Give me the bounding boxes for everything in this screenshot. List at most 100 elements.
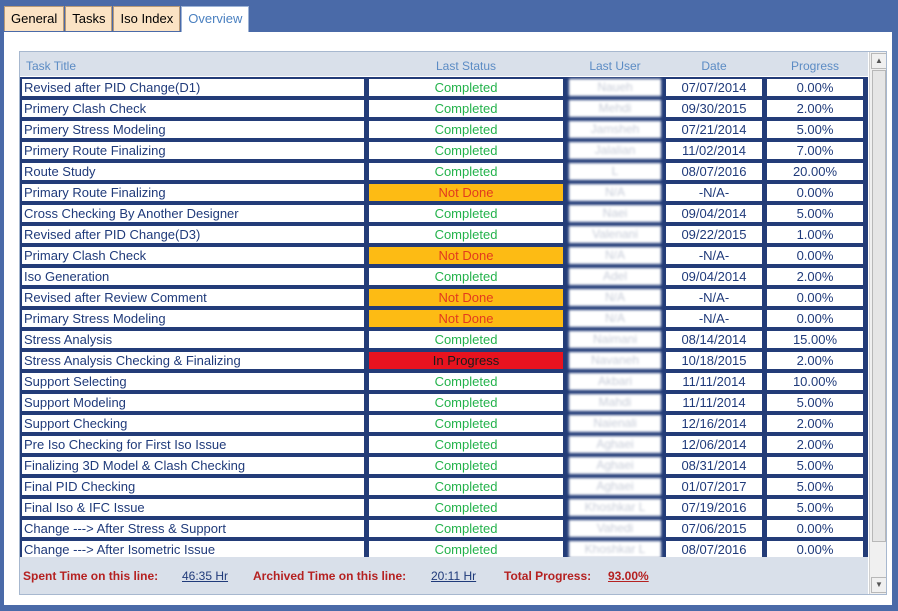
table-row[interactable]: Revised after Review Comment Not Done N/A -… [20, 287, 868, 308]
last-user-cell[interactable]: Mehdi [569, 100, 661, 117]
last-user-cell[interactable]: Khoshkar L [569, 499, 661, 516]
progress-cell[interactable]: 0.00% [767, 541, 863, 558]
last-user-cell[interactable]: Adel [569, 268, 661, 285]
task-title-cell[interactable]: Finalizing 3D Model & Clash Checking [22, 457, 364, 474]
progress-cell[interactable]: 0.00% [767, 184, 863, 201]
progress-cell[interactable]: 5.00% [767, 205, 863, 222]
last-user-cell[interactable]: N/A [569, 310, 661, 327]
last-user-cell[interactable]: Vahedi [569, 520, 661, 537]
date-cell[interactable]: -N/A- [666, 247, 762, 264]
task-title-cell[interactable]: Support Selecting [22, 373, 364, 390]
table-row[interactable]: Support Modeling Completed Mahdi 11/11/2014… [20, 392, 868, 413]
table-row[interactable]: Primery Route Finalizing Completed Jalalia… [20, 140, 868, 161]
column-header-date[interactable]: Date [666, 52, 762, 76]
task-title-cell[interactable]: Stress Analysis Checking & Finalizing [22, 352, 364, 369]
progress-cell[interactable]: 2.00% [767, 436, 863, 453]
task-title-cell[interactable]: Primary Route Finalizing [22, 184, 364, 201]
table-row[interactable]: Stress Analysis Completed Naimani 08/14/201… [20, 329, 868, 350]
table-row[interactable]: Pre Iso Checking for First Iso Issue Comp… [20, 434, 868, 455]
last-user-cell[interactable]: Aghaei [569, 436, 661, 453]
date-cell[interactable]: 07/07/2014 [666, 79, 762, 96]
status-cell[interactable]: Completed [369, 373, 563, 390]
progress-cell[interactable]: 2.00% [767, 268, 863, 285]
progress-cell[interactable]: 5.00% [767, 457, 863, 474]
table-row[interactable]: Final PID Checking Completed Aghaei 01/07/2… [20, 476, 868, 497]
table-row[interactable]: Primary Clash Check Not Done N/A -N/A- 0.00% [20, 245, 868, 266]
tab-tasks[interactable]: Tasks [65, 6, 113, 31]
last-user-cell[interactable]: Mahdi [569, 394, 661, 411]
last-user-cell[interactable]: N/A [569, 289, 661, 306]
last-user-cell[interactable]: Aghaei [569, 457, 661, 474]
table-row[interactable]: Primary Route Finalizing Not Done N/A -N/A-… [20, 182, 868, 203]
last-user-cell[interactable]: Valenani [569, 226, 661, 243]
spent-time-value[interactable]: 46:35 Hr [182, 569, 228, 583]
table-row[interactable]: Primary Stress Modeling Not Done N/A -N/A- 0… [20, 308, 868, 329]
column-header-last-status[interactable]: Last Status [369, 52, 563, 76]
table-row[interactable]: Stress Analysis Checking & Finalizing In … [20, 350, 868, 371]
vertical-scrollbar[interactable]: ▲ ▼ [869, 52, 886, 594]
progress-cell[interactable]: 1.00% [767, 226, 863, 243]
progress-cell[interactable]: 0.00% [767, 79, 863, 96]
task-title-cell[interactable]: Revised after Review Comment [22, 289, 364, 306]
last-user-cell[interactable]: L [569, 163, 661, 180]
progress-cell[interactable]: 5.00% [767, 478, 863, 495]
date-cell[interactable]: 12/16/2014 [666, 415, 762, 432]
progress-cell[interactable]: 2.00% [767, 415, 863, 432]
task-title-cell[interactable]: Cross Checking By Another Designer [22, 205, 364, 222]
table-row[interactable]: Support Selecting Completed Akbari 11/11/20… [20, 371, 868, 392]
tab-overview[interactable]: Overview [181, 6, 250, 33]
task-title-cell[interactable]: Primary Clash Check [22, 247, 364, 264]
date-cell[interactable]: 10/18/2015 [666, 352, 762, 369]
status-cell[interactable]: Not Done [369, 184, 563, 201]
status-cell[interactable]: Completed [369, 163, 563, 180]
date-cell[interactable]: 11/02/2014 [666, 142, 762, 159]
date-cell[interactable]: 09/22/2015 [666, 226, 762, 243]
last-user-cell[interactable]: Jamsheh [569, 121, 661, 138]
table-row[interactable]: Route Study Completed L 08/07/2016 20.00% [20, 161, 868, 182]
date-cell[interactable]: 07/21/2014 [666, 121, 762, 138]
task-title-cell[interactable]: Support Modeling [22, 394, 364, 411]
archived-time-value[interactable]: 20:11 Hr [431, 569, 476, 583]
status-cell[interactable]: Completed [369, 478, 563, 495]
progress-cell[interactable]: 0.00% [767, 289, 863, 306]
date-cell[interactable]: 07/06/2015 [666, 520, 762, 537]
task-title-cell[interactable]: Primary Stress Modeling [22, 310, 364, 327]
task-title-cell[interactable]: Final PID Checking [22, 478, 364, 495]
status-cell[interactable]: Completed [369, 520, 563, 537]
task-title-cell[interactable]: Revised after PID Change(D3) [22, 226, 364, 243]
column-header-last-user[interactable]: Last User [569, 52, 661, 76]
last-user-cell[interactable]: Akbari [569, 373, 661, 390]
task-title-cell[interactable]: Change ---> After Stress & Support [22, 520, 364, 537]
date-cell[interactable]: 08/14/2014 [666, 331, 762, 348]
last-user-cell[interactable]: Naei [569, 205, 661, 222]
table-row[interactable]: Finalizing 3D Model & Clash Checking Comp… [20, 455, 868, 476]
task-title-cell[interactable]: Route Study [22, 163, 364, 180]
progress-cell[interactable]: 5.00% [767, 499, 863, 516]
task-title-cell[interactable]: Pre Iso Checking for First Iso Issue [22, 436, 364, 453]
last-user-cell[interactable]: N/A [569, 184, 661, 201]
progress-cell[interactable]: 15.00% [767, 331, 863, 348]
status-cell[interactable]: Completed [369, 142, 563, 159]
arrow-down-icon[interactable]: ▼ [871, 577, 886, 593]
progress-cell[interactable]: 10.00% [767, 373, 863, 390]
task-title-cell[interactable]: Change ---> After Isometric Issue [22, 541, 364, 558]
progress-cell[interactable]: 20.00% [767, 163, 863, 180]
progress-cell[interactable]: 7.00% [767, 142, 863, 159]
status-cell[interactable]: Completed [369, 541, 563, 558]
date-cell[interactable]: 11/11/2014 [666, 373, 762, 390]
last-user-cell[interactable]: N/A [569, 247, 661, 264]
last-user-cell[interactable]: Jalalian [569, 142, 661, 159]
total-progress-value[interactable]: 93.00% [608, 569, 649, 583]
last-user-cell[interactable]: Navaneh [569, 352, 661, 369]
progress-cell[interactable]: 0.00% [767, 310, 863, 327]
date-cell[interactable]: 09/04/2014 [666, 268, 762, 285]
status-cell[interactable]: Completed [369, 415, 563, 432]
status-cell[interactable]: Completed [369, 205, 563, 222]
date-cell[interactable]: 08/07/2016 [666, 541, 762, 558]
status-cell[interactable]: Completed [369, 121, 563, 138]
status-cell[interactable]: Completed [369, 436, 563, 453]
date-cell[interactable]: 12/06/2014 [666, 436, 762, 453]
date-cell[interactable]: 01/07/2017 [666, 478, 762, 495]
tab-general[interactable]: General [4, 6, 65, 31]
status-cell[interactable]: Completed [369, 100, 563, 117]
